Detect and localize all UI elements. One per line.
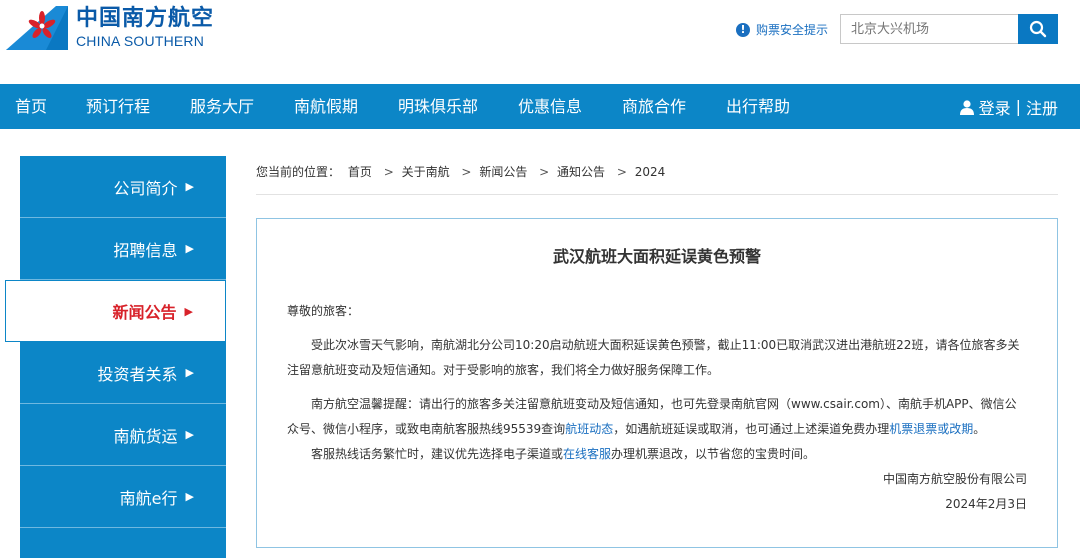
article-signature: 中国南方航空股份有限公司 bbox=[882, 472, 1027, 486]
search-button[interactable] bbox=[1018, 14, 1058, 44]
nav-item-offers[interactable]: 优惠信息 bbox=[518, 84, 582, 129]
article-panel: 武汉航班大面积延误黄色预警 尊敬的旅客： 受此次冰雪天气影响，南航湖北分公司10… bbox=[256, 218, 1058, 548]
paragraph-text: 。 bbox=[973, 422, 986, 436]
breadcrumb: 您当前的位置： 首页 > 关于南航 > 新闻公告 > 通知公告 > 2024 bbox=[256, 163, 1058, 195]
triangle-right-icon: ▶ bbox=[184, 304, 193, 318]
triangle-right-icon: ▶ bbox=[185, 366, 194, 379]
nav-item-business[interactable]: 商旅合作 bbox=[622, 84, 686, 129]
sidebar-item-cargo[interactable]: 南航货运 ▶ bbox=[20, 404, 226, 466]
exclamation-info-icon: ! bbox=[736, 22, 750, 37]
refund-change-link[interactable]: 机票退票或改期 bbox=[889, 422, 973, 436]
logo-cn-name: 中国南方航空 bbox=[76, 6, 215, 31]
user-icon bbox=[959, 99, 974, 115]
site-header: 中国南方航空 CHINA SOUTHERN ! 购票安全提示 bbox=[0, 0, 1080, 84]
triangle-right-icon: ▶ bbox=[185, 180, 194, 193]
sidebar: 公司简介 ▶ 招聘信息 ▶ 新闻公告 ▶ 投资者关系 ▶ 南航货运 ▶ 南航e行… bbox=[5, 156, 226, 558]
breadcrumb-about[interactable]: 关于南航 bbox=[402, 165, 450, 179]
nav-item-pearl-club[interactable]: 明珠俱乐部 bbox=[398, 84, 478, 129]
article-date: 2024年2月3日 bbox=[945, 497, 1027, 511]
nav-item-booking[interactable]: 预订行程 bbox=[86, 84, 150, 129]
breadcrumb-home[interactable]: 首页 bbox=[348, 165, 372, 179]
breadcrumb-news[interactable]: 新闻公告 bbox=[479, 165, 527, 179]
nav-item-home[interactable]: 首页 bbox=[15, 84, 47, 129]
register-link[interactable]: 注册 bbox=[1026, 95, 1058, 119]
search-icon bbox=[1029, 20, 1047, 38]
triangle-right-icon: ▶ bbox=[185, 242, 194, 255]
sidebar-item-label: 公司简介 bbox=[113, 178, 178, 198]
paragraph-text: 办理机票退改，以节省您的宝贵时间。 bbox=[611, 447, 816, 461]
sidebar-item-more[interactable] bbox=[20, 528, 226, 558]
sidebar-item-e-travel[interactable]: 南航e行 ▶ bbox=[20, 466, 226, 528]
sidebar-item-recruitment[interactable]: 招聘信息 ▶ bbox=[20, 218, 226, 280]
nav-item-service-hall[interactable]: 服务大厅 bbox=[190, 84, 254, 129]
kapok-flower-logo-icon bbox=[6, 6, 68, 50]
paragraph-text: ，如遇航班延误或取消，也可通过上述渠道免费办理 bbox=[613, 422, 890, 436]
ticket-safety-tip-link[interactable]: ! 购票安全提示 bbox=[736, 21, 828, 38]
breadcrumb-label: 您当前的位置： bbox=[256, 165, 341, 179]
sidebar-item-label: 招聘信息 bbox=[113, 240, 178, 260]
sidebar-item-label: 投资者关系 bbox=[97, 364, 178, 384]
logo-en-name: CHINA SOUTHERN bbox=[76, 33, 205, 49]
online-service-link[interactable]: 在线客服 bbox=[563, 447, 611, 461]
login-link[interactable]: 登录 bbox=[979, 95, 1011, 119]
sidebar-item-label: 南航e行 bbox=[119, 488, 178, 508]
breadcrumb-separator: > bbox=[461, 165, 472, 179]
login-divider: | bbox=[1015, 97, 1021, 116]
nav-item-travel-help[interactable]: 出行帮助 bbox=[726, 84, 790, 129]
breadcrumb-separator: > bbox=[539, 165, 550, 179]
breadcrumb-notices[interactable]: 通知公告 bbox=[557, 165, 605, 179]
sidebar-item-investor-relations[interactable]: 投资者关系 ▶ bbox=[20, 342, 226, 404]
article-paragraph-1: 受此次冰雪天气影响，南航湖北分公司10:20启动航班大面积延误黄色预警，截止11… bbox=[287, 338, 1020, 377]
flight-status-link[interactable]: 航班动态 bbox=[565, 422, 613, 436]
login-register: 登录 | 注册 bbox=[959, 84, 1058, 129]
nav-item-holidays[interactable]: 南航假期 bbox=[294, 84, 358, 129]
article-salutation: 尊敬的旅客： bbox=[287, 304, 360, 318]
triangle-right-icon: ▶ bbox=[185, 428, 194, 441]
sidebar-item-company-profile[interactable]: 公司简介 ▶ bbox=[20, 156, 226, 218]
breadcrumb-separator: > bbox=[383, 165, 394, 179]
breadcrumb-separator: > bbox=[616, 165, 627, 179]
article-paragraph-2: 南方航空温馨提醒：请出行的旅客多关注留意航班变动及短信通知，也可先登录南航官网（… bbox=[287, 392, 1027, 442]
article-paragraph-3: 客服热线话务繁忙时，建议优先选择电子渠道或在线客服办理机票退改，以节省您的宝贵时… bbox=[287, 442, 1027, 467]
search-input[interactable] bbox=[840, 14, 1018, 44]
logo[interactable]: 中国南方航空 CHINA SOUTHERN bbox=[6, 6, 214, 50]
breadcrumb-year[interactable]: 2024 bbox=[635, 165, 666, 179]
main-nav: 首页 预订行程 服务大厅 南航假期 明珠俱乐部 优惠信息 商旅合作 出行帮助 登… bbox=[0, 84, 1080, 129]
sidebar-item-label: 南航货运 bbox=[113, 426, 178, 446]
sidebar-item-label: 新闻公告 bbox=[112, 303, 177, 322]
paragraph-text: 客服热线话务繁忙时，建议优先选择电子渠道或 bbox=[311, 447, 564, 461]
triangle-right-icon: ▶ bbox=[185, 490, 194, 503]
sidebar-item-news[interactable]: 新闻公告 ▶ bbox=[5, 280, 226, 342]
article-title: 武汉航班大面积延误黄色预警 bbox=[552, 247, 761, 266]
safety-tip-label: 购票安全提示 bbox=[756, 23, 829, 37]
